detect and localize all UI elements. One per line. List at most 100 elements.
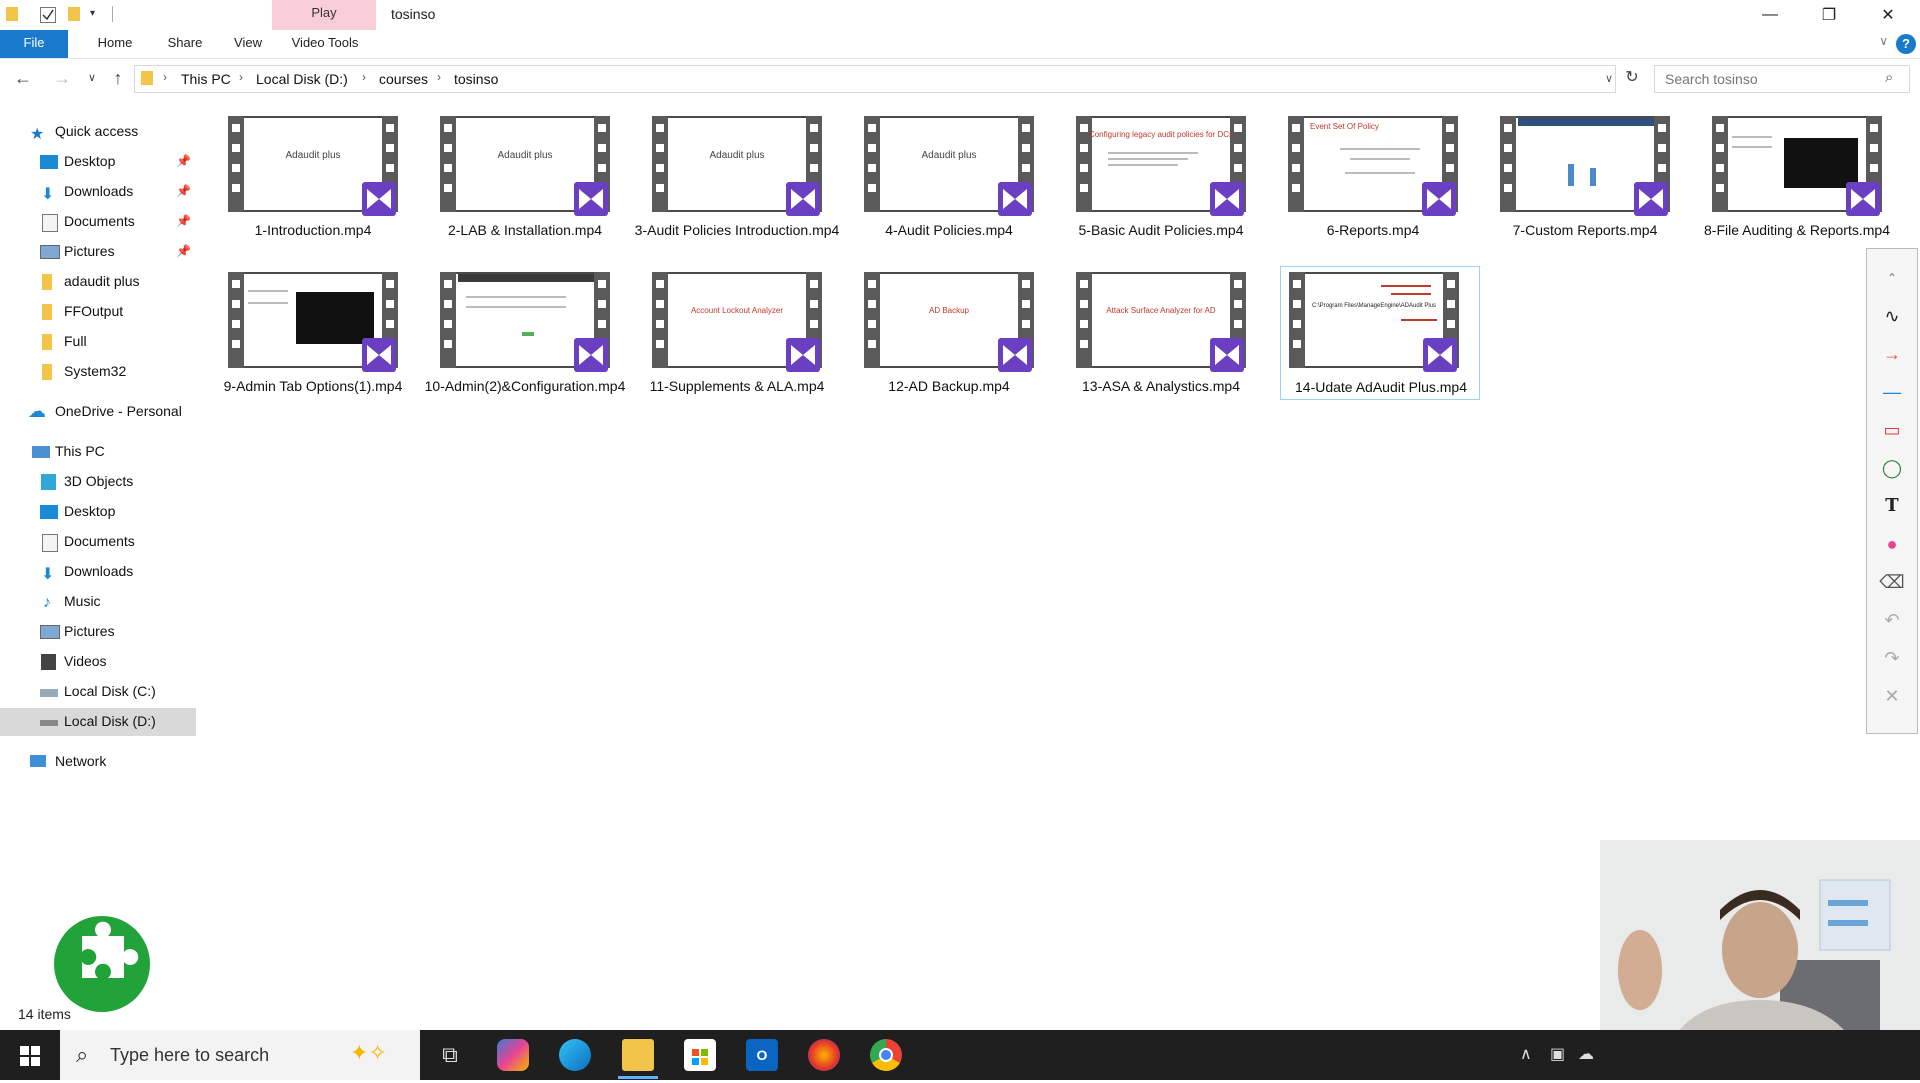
freehand-pen-icon[interactable]: ∿: [1867, 297, 1917, 335]
file-item-2[interactable]: Adaudit plus 2-LAB & Installation.mp4: [422, 116, 628, 266]
file-item-13[interactable]: Attack Surface Analyzer for AD 13-ASA & …: [1058, 272, 1264, 422]
play-context-tab[interactable]: Play: [272, 0, 376, 30]
media-player-icon: [1422, 182, 1456, 216]
sidebar-item-music[interactable]: ♪ Music: [0, 588, 196, 616]
up-button[interactable]: ↑: [106, 67, 130, 91]
tab-share[interactable]: Share: [150, 30, 220, 58]
chevron-right-icon: ›: [163, 70, 167, 84]
sidebar-item-full[interactable]: Full: [0, 328, 196, 356]
show-hidden-icons-icon[interactable]: ∧: [1520, 1044, 1532, 1064]
recent-locations-button[interactable]: ∨: [80, 67, 104, 91]
file-item-6[interactable]: Event Set Of Policy 6-Reports.mp4: [1270, 116, 1476, 266]
file-name: 6-Reports.mp4: [1326, 222, 1420, 238]
qat-divider: [112, 6, 113, 22]
pin-icon: 📌: [176, 244, 191, 258]
file-item-3[interactable]: Adaudit plus 3-Audit Policies Introducti…: [634, 116, 840, 266]
sidebar-item-pc-documents[interactable]: Documents: [0, 528, 196, 556]
file-item-7[interactable]: 7-Custom Reports.mp4: [1482, 116, 1688, 266]
sidebar-item-documents[interactable]: Documents 📌: [0, 208, 196, 236]
drive-icon: [40, 689, 58, 697]
sidebar-item-quick-access[interactable]: ★ Quick access: [0, 118, 196, 146]
expand-ribbon-icon[interactable]: ∨: [1879, 34, 1888, 48]
sidebar-item-system32[interactable]: System32: [0, 358, 196, 386]
sidebar-item-pc-desktop[interactable]: Desktop: [0, 498, 196, 526]
file-name: 8-File Auditing & Reports.mp4: [1704, 222, 1890, 238]
maximize-button[interactable]: ❐: [1800, 0, 1858, 30]
ellipse-tool-icon[interactable]: ◯: [1867, 449, 1917, 487]
search-input[interactable]: [1663, 70, 1867, 88]
tab-file[interactable]: File: [0, 30, 68, 58]
minimize-button[interactable]: —: [1741, 0, 1799, 30]
chevron-right-icon[interactable]: ›: [362, 70, 366, 84]
sidebar-item-onedrive[interactable]: ☁ OneDrive - Personal: [0, 398, 196, 426]
address-dropdown-icon[interactable]: ∨: [1605, 72, 1613, 85]
search-box[interactable]: ⌕: [1654, 65, 1910, 93]
sidebar-item-network[interactable]: Network: [0, 748, 196, 776]
tab-home[interactable]: Home: [80, 30, 150, 58]
taskbar-search[interactable]: ⌕ Type here to search ✦✧: [60, 1030, 420, 1080]
sidebar-item-this-pc[interactable]: This PC: [0, 438, 196, 466]
close-button[interactable]: ✕: [1859, 0, 1917, 30]
sidebar-item-3d-objects[interactable]: 3D Objects: [0, 468, 196, 496]
sidebar-item-ffoutput[interactable]: FFOutput: [0, 298, 196, 326]
refresh-button[interactable]: ↻: [1620, 67, 1644, 91]
file-item-1[interactable]: Adaudit plus 1-Introduction.mp4: [210, 116, 416, 266]
file-item-12[interactable]: AD Backup 12-AD Backup.mp4: [846, 272, 1052, 422]
microsoft-store-icon[interactable]: [684, 1039, 716, 1071]
task-view-icon[interactable]: ⧉: [434, 1039, 466, 1071]
file-item-14[interactable]: C:\Program Files\ManageEngine\ADAudit Pl…: [1280, 266, 1480, 400]
file-item-5[interactable]: Configuring legacy audit policies for DC…: [1058, 116, 1264, 266]
breadcrumb-courses[interactable]: courses: [379, 71, 428, 87]
breadcrumb-this-pc[interactable]: This PC: [181, 71, 231, 87]
rectangle-tool-icon[interactable]: ▭: [1867, 411, 1917, 449]
file-item-8[interactable]: 8-File Auditing & Reports.mp4: [1694, 116, 1900, 266]
cursor-icon[interactable]: ⌃: [1867, 259, 1917, 297]
media-player-icon: [1423, 338, 1457, 372]
forward-button[interactable]: →: [50, 67, 74, 91]
sidebar-item-pictures[interactable]: Pictures 📌: [0, 238, 196, 266]
customize-qat-icon[interactable]: ▾: [90, 7, 104, 21]
chrome-icon[interactable]: [870, 1039, 902, 1071]
arrow-tool-icon[interactable]: →: [1867, 335, 1917, 373]
tab-video-tools[interactable]: Video Tools: [280, 30, 370, 58]
tab-view[interactable]: View: [220, 30, 276, 58]
chevron-right-icon[interactable]: ›: [239, 70, 243, 84]
counter-tool-icon[interactable]: ●: [1867, 525, 1917, 563]
undo-icon[interactable]: ↶: [1867, 601, 1917, 639]
edge-browser-icon[interactable]: [559, 1039, 591, 1071]
sidebar-item-videos[interactable]: Videos: [0, 648, 196, 676]
file-item-9[interactable]: 9-Admin Tab Options(1).mp4: [210, 272, 416, 422]
pictures-icon: [40, 625, 60, 639]
outlook-icon[interactable]: O: [746, 1039, 778, 1071]
sidebar-item-desktop[interactable]: Desktop 📌: [0, 148, 196, 176]
search-icon[interactable]: ⌕: [1885, 69, 1893, 86]
new-folder-icon[interactable]: [68, 7, 80, 21]
chevron-right-icon[interactable]: ›: [437, 70, 441, 84]
file-item-11[interactable]: Account Lockout Analyzer 11-Supplements …: [634, 272, 840, 422]
close-toolbar-icon[interactable]: ✕: [1867, 677, 1917, 715]
copilot-icon[interactable]: [497, 1039, 529, 1071]
address-bar[interactable]: › This PC › Local Disk (D:) › courses › …: [134, 65, 1616, 93]
breadcrumb-tosinso[interactable]: tosinso: [454, 71, 498, 87]
help-icon[interactable]: ?: [1896, 34, 1916, 54]
start-button[interactable]: [0, 1030, 60, 1080]
sidebar-item-downloads[interactable]: ⬇ Downloads 📌: [0, 178, 196, 206]
sidebar-item-pc-downloads[interactable]: ⬇ Downloads: [0, 558, 196, 586]
file-item-4[interactable]: Adaudit plus 4-Audit Policies.mp4: [846, 116, 1052, 266]
firefox-icon[interactable]: [808, 1039, 840, 1071]
text-tool-icon[interactable]: T: [1867, 487, 1917, 525]
back-button[interactable]: ←: [11, 67, 35, 91]
file-explorer-icon[interactable]: [622, 1039, 654, 1071]
redo-icon[interactable]: ↷: [1867, 639, 1917, 677]
sidebar-item-local-disk-d[interactable]: Local Disk (D:): [0, 708, 196, 736]
onedrive-tray-icon[interactable]: ☁: [1578, 1044, 1594, 1064]
sidebar-item-adaudit-plus[interactable]: adaudit plus: [0, 268, 196, 296]
sidebar-item-local-disk-c[interactable]: Local Disk (C:): [0, 678, 196, 706]
eraser-icon[interactable]: ⌫: [1867, 563, 1917, 601]
device-icon[interactable]: ▣: [1550, 1044, 1565, 1064]
line-tool-icon[interactable]: —: [1867, 373, 1917, 411]
file-item-10[interactable]: 10-Admin(2)&Configuration.mp4: [422, 272, 628, 422]
breadcrumb-local-disk-d[interactable]: Local Disk (D:): [256, 71, 348, 87]
sidebar-item-pc-pictures[interactable]: Pictures: [0, 618, 196, 646]
properties-icon[interactable]: [40, 7, 56, 23]
